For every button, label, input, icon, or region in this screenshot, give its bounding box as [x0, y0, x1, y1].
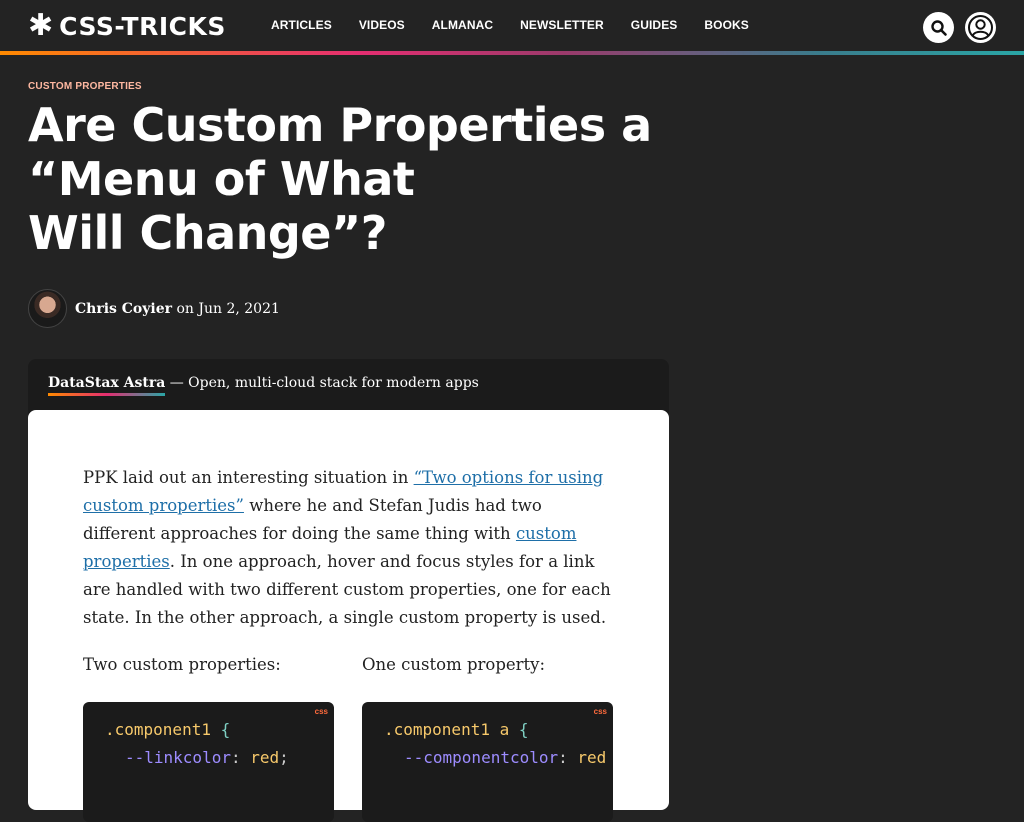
code-line: .component1 {: [105, 720, 230, 739]
nav-guides[interactable]: GUIDES: [631, 18, 678, 32]
nav-books[interactable]: BOOKS: [704, 18, 749, 32]
title-line-2: “Menu of What: [28, 152, 415, 206]
article-body: PPK laid out an interesting situation in…: [28, 410, 669, 822]
code-value: red: [250, 748, 280, 767]
sponsor-underline: [48, 393, 166, 396]
para-text-1: PPK laid out an interesting situation in: [83, 468, 414, 487]
avatar[interactable]: [28, 289, 67, 328]
nav-articles[interactable]: ARTICLES: [271, 18, 332, 32]
code-selector: .component1: [105, 720, 211, 739]
code-lang-badge: css: [593, 707, 607, 716]
header-accent-bar: [0, 51, 1024, 55]
one-prop-label: One custom property:: [362, 655, 546, 674]
code-block-two-props[interactable]: css .component1 { --linkcolor: red;: [83, 702, 334, 822]
title-line-3: Will Change”?: [28, 206, 387, 260]
sponsor-name: DataStax Astra: [48, 375, 166, 391]
intro-paragraph: PPK laid out an interesting situation in…: [83, 464, 618, 632]
publish-date: Jun 2, 2021: [198, 300, 280, 317]
account-button[interactable]: [965, 12, 996, 43]
nav-almanac[interactable]: ALMANAC: [432, 18, 493, 32]
code-selector: .component1 a: [384, 720, 510, 739]
code-brace: {: [220, 720, 231, 739]
main-nav: ARTICLES VIDEOS ALMANAC NEWSLETTER GUIDE…: [271, 18, 776, 32]
byline: Chris Coyier on Jun 2, 2021: [28, 289, 280, 328]
byline-text: Chris Coyier on Jun 2, 2021: [75, 301, 280, 317]
author-link[interactable]: Chris Coyier: [75, 301, 172, 317]
site-logo[interactable]: ✱ CSS-TRICKS: [28, 8, 226, 44]
nav-videos[interactable]: VIDEOS: [359, 18, 405, 32]
asterisk-icon: ✱: [28, 8, 54, 43]
code-lang-badge: css: [314, 707, 328, 716]
code-colon: :: [558, 748, 568, 767]
two-props-label: Two custom properties:: [83, 655, 281, 674]
search-button[interactable]: [923, 12, 954, 43]
nav-newsletter[interactable]: NEWSLETTER: [520, 18, 604, 32]
code-colon: :: [230, 748, 241, 767]
logo-text: CSS-TRICKS: [59, 11, 226, 41]
code-brace: {: [518, 720, 529, 739]
code-line: --componentcolor: red: [404, 748, 606, 767]
sponsor-tagline: — Open, multi-cloud stack for modern app…: [165, 375, 479, 391]
code-value: red: [577, 748, 607, 767]
code-semicolon: ;: [279, 748, 289, 767]
search-icon: [930, 19, 947, 36]
category-link[interactable]: CUSTOM PROPERTIES: [28, 81, 142, 92]
sponsor-link[interactable]: DataStax Astra: [48, 375, 166, 396]
code-property: --componentcolor: [404, 748, 559, 767]
code-block-one-prop[interactable]: css .component1 a { --componentcolor: re…: [362, 702, 613, 822]
code-property: --linkcolor: [125, 748, 231, 767]
title-line-1: Are Custom Properties a: [28, 98, 652, 152]
sponsor-text: DataStax Astra — Open, multi-cloud stack…: [48, 375, 479, 396]
date-prefix: on: [172, 300, 199, 317]
code-line: .component1 a {: [384, 720, 529, 739]
site-header: ✱ CSS-TRICKS ARTICLES VIDEOS ALMANAC NEW…: [0, 0, 1024, 51]
article-title: Are Custom Properties a “Menu of What Wi…: [28, 98, 668, 260]
user-icon: [968, 15, 993, 40]
code-line: --linkcolor: red;: [125, 748, 289, 767]
